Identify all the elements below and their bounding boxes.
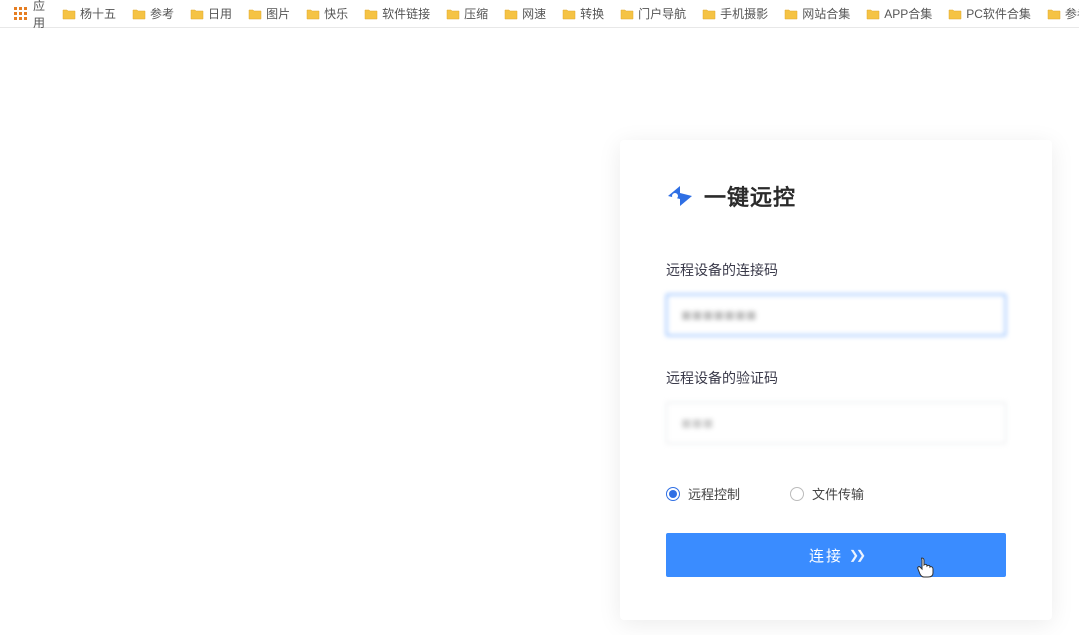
bookmark-label: 软件链接 xyxy=(382,5,430,22)
bookmark-item[interactable]: 软件链接 xyxy=(356,0,438,27)
mode-radio-group: 远程控制 文件传输 xyxy=(666,484,1006,503)
connection-code-label: 远程设备的连接码 xyxy=(666,260,1006,280)
folder-icon xyxy=(562,8,576,20)
login-panel: 一键远控 远程设备的连接码 远程设备的验证码 远程控制 文件传输 连接 ❯❯ xyxy=(620,140,1052,620)
radio-remote-control[interactable]: 远程控制 xyxy=(666,484,740,503)
bookmark-item[interactable]: 参考推文合 xyxy=(1039,0,1079,27)
folder-icon xyxy=(364,8,378,20)
apps-grid-icon xyxy=(14,7,27,21)
bookmark-label: APP合集 xyxy=(884,5,932,22)
bookmark-item[interactable]: 杨十五 xyxy=(54,0,124,27)
bookmark-item[interactable]: 图片 xyxy=(240,0,298,27)
folder-icon xyxy=(190,8,204,20)
bookmark-item[interactable]: 日用 xyxy=(182,0,240,27)
folder-icon xyxy=(62,8,76,20)
bookmark-label: 转换 xyxy=(580,5,604,22)
bookmark-label: 杨十五 xyxy=(80,5,116,22)
bookmark-label: 参考 xyxy=(150,5,174,22)
bookmark-label: 网速 xyxy=(522,5,546,22)
folder-icon xyxy=(784,8,798,20)
folder-icon xyxy=(866,8,880,20)
radio-label: 文件传输 xyxy=(812,484,864,503)
folder-icon xyxy=(620,8,634,20)
folder-icon xyxy=(132,8,146,20)
bookmark-label: 压缩 xyxy=(464,5,488,22)
apps-label: 应用 xyxy=(33,0,46,31)
folder-icon xyxy=(306,8,320,20)
folder-icon xyxy=(446,8,460,20)
verification-code-label: 远程设备的验证码 xyxy=(666,368,1006,388)
bookmark-item[interactable]: 门户导航 xyxy=(612,0,694,27)
folder-icon xyxy=(1047,8,1061,20)
brand-row: 一键远控 xyxy=(666,180,1006,212)
radio-indicator-icon xyxy=(790,487,804,501)
bookmark-label: 图片 xyxy=(266,5,290,22)
chevron-right-icon: ❯❯ xyxy=(849,548,863,562)
bookmark-label: 手机摄影 xyxy=(720,5,768,22)
bookmark-item[interactable]: 转换 xyxy=(554,0,612,27)
bookmark-item[interactable]: PC软件合集 xyxy=(940,0,1039,27)
connect-button-label: 连接 xyxy=(809,545,843,566)
bookmark-label: 参考推文合 xyxy=(1065,5,1079,22)
connect-button[interactable]: 连接 ❯❯ xyxy=(666,533,1006,577)
radio-indicator-icon xyxy=(666,487,680,501)
bookmark-label: 门户导航 xyxy=(638,5,686,22)
bookmark-label: 日用 xyxy=(208,5,232,22)
bookmark-item[interactable]: 压缩 xyxy=(438,0,496,27)
bookmark-label: PC软件合集 xyxy=(966,5,1031,22)
verification-code-input[interactable] xyxy=(666,402,1006,444)
connection-code-input[interactable] xyxy=(666,294,1006,336)
bookmark-label: 网站合集 xyxy=(802,5,850,22)
brand-title: 一键远控 xyxy=(704,180,796,212)
folder-icon xyxy=(702,8,716,20)
folder-icon xyxy=(504,8,518,20)
brand-logo-icon xyxy=(666,184,694,208)
bookmark-item[interactable]: 参考 xyxy=(124,0,182,27)
bookmark-item[interactable]: APP合集 xyxy=(858,0,940,27)
bookmark-label: 快乐 xyxy=(324,5,348,22)
bookmark-item[interactable]: 网站合集 xyxy=(776,0,858,27)
bookmark-item[interactable]: 快乐 xyxy=(298,0,356,27)
apps-launcher[interactable]: 应用 xyxy=(6,0,54,27)
folder-icon xyxy=(948,8,962,20)
radio-label: 远程控制 xyxy=(688,484,740,503)
bookmark-item[interactable]: 网速 xyxy=(496,0,554,27)
bookmarks-bar: 应用 杨十五 参考 日用 图片 快乐 软件链接 压缩 网速 转换 门户导航 手机摄影 网站合集 APP合… xyxy=(0,0,1079,28)
folder-icon xyxy=(248,8,262,20)
radio-file-transfer[interactable]: 文件传输 xyxy=(790,484,864,503)
bookmark-item[interactable]: 手机摄影 xyxy=(694,0,776,27)
